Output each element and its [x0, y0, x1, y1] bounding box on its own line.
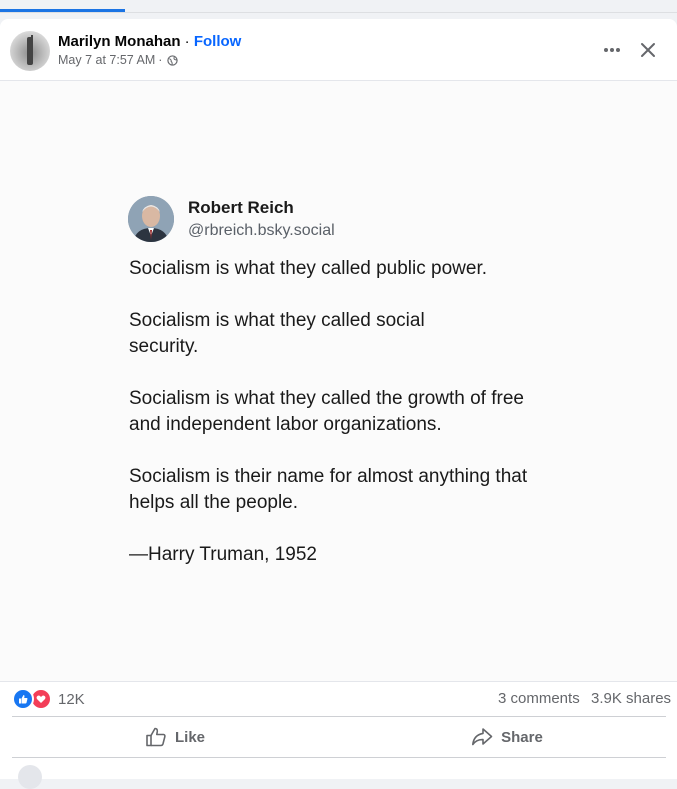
- quoted-author-name: Robert Reich: [188, 198, 294, 217]
- bottom-divider: [12, 757, 666, 758]
- reactions-summary[interactable]: 12K: [12, 688, 85, 710]
- author-avatar[interactable]: [10, 31, 50, 71]
- post-image[interactable]: Robert Reich @rbreich.bsky.social Social…: [0, 81, 677, 681]
- like-label: Like: [174, 728, 205, 746]
- stats-divider: [0, 681, 677, 682]
- share-label: Share: [501, 728, 543, 746]
- globe-icon[interactable]: [167, 54, 179, 66]
- comments-count[interactable]: 3 comments: [498, 690, 580, 707]
- share-arrow-icon: [472, 728, 493, 746]
- share-button[interactable]: Share: [432, 721, 582, 753]
- author-name[interactable]: Marilyn Monahan: [58, 33, 181, 50]
- like-button[interactable]: Like: [100, 721, 250, 753]
- shares-count[interactable]: 3.9K shares: [591, 690, 671, 707]
- post-timestamp[interactable]: May 7 at 7:57 AM: [58, 53, 155, 67]
- follow-button[interactable]: Follow: [194, 33, 242, 50]
- name-separator: ·: [180, 33, 194, 50]
- actions-divider: [12, 716, 666, 717]
- close-icon[interactable]: [634, 36, 662, 64]
- reaction-count[interactable]: 12K: [58, 691, 85, 708]
- post-card: Marilyn Monahan · Follow May 7 at 7:57 A…: [0, 19, 677, 789]
- avatar-statue-arm: [31, 35, 33, 45]
- quoted-author-handle: @rbreich.bsky.social: [188, 222, 335, 239]
- meta-separator: ·: [158, 53, 163, 67]
- author-line: Marilyn Monahan · Follow: [58, 33, 241, 50]
- thumbs-up-icon: [146, 727, 166, 747]
- quote-paragraph: Socialism is their name for almost anyth…: [129, 466, 528, 513]
- more-horizontal-icon[interactable]: [598, 36, 626, 64]
- quoted-author-avatar: [128, 196, 174, 242]
- top-divider: [0, 12, 677, 13]
- post-header: Marilyn Monahan · Follow May 7 at 7:57 A…: [0, 19, 677, 80]
- quote-attribution: —Harry Truman, 1952: [129, 544, 317, 565]
- quote-paragraph: Socialism is what they called public pow…: [129, 258, 488, 279]
- post-meta: May 7 at 7:57 AM ·: [58, 53, 179, 67]
- quote-paragraph: Socialism is what they called social sec…: [129, 310, 425, 357]
- quote-paragraph: Socialism is what they called the growth…: [129, 388, 524, 435]
- like-reaction-icon: [12, 688, 34, 710]
